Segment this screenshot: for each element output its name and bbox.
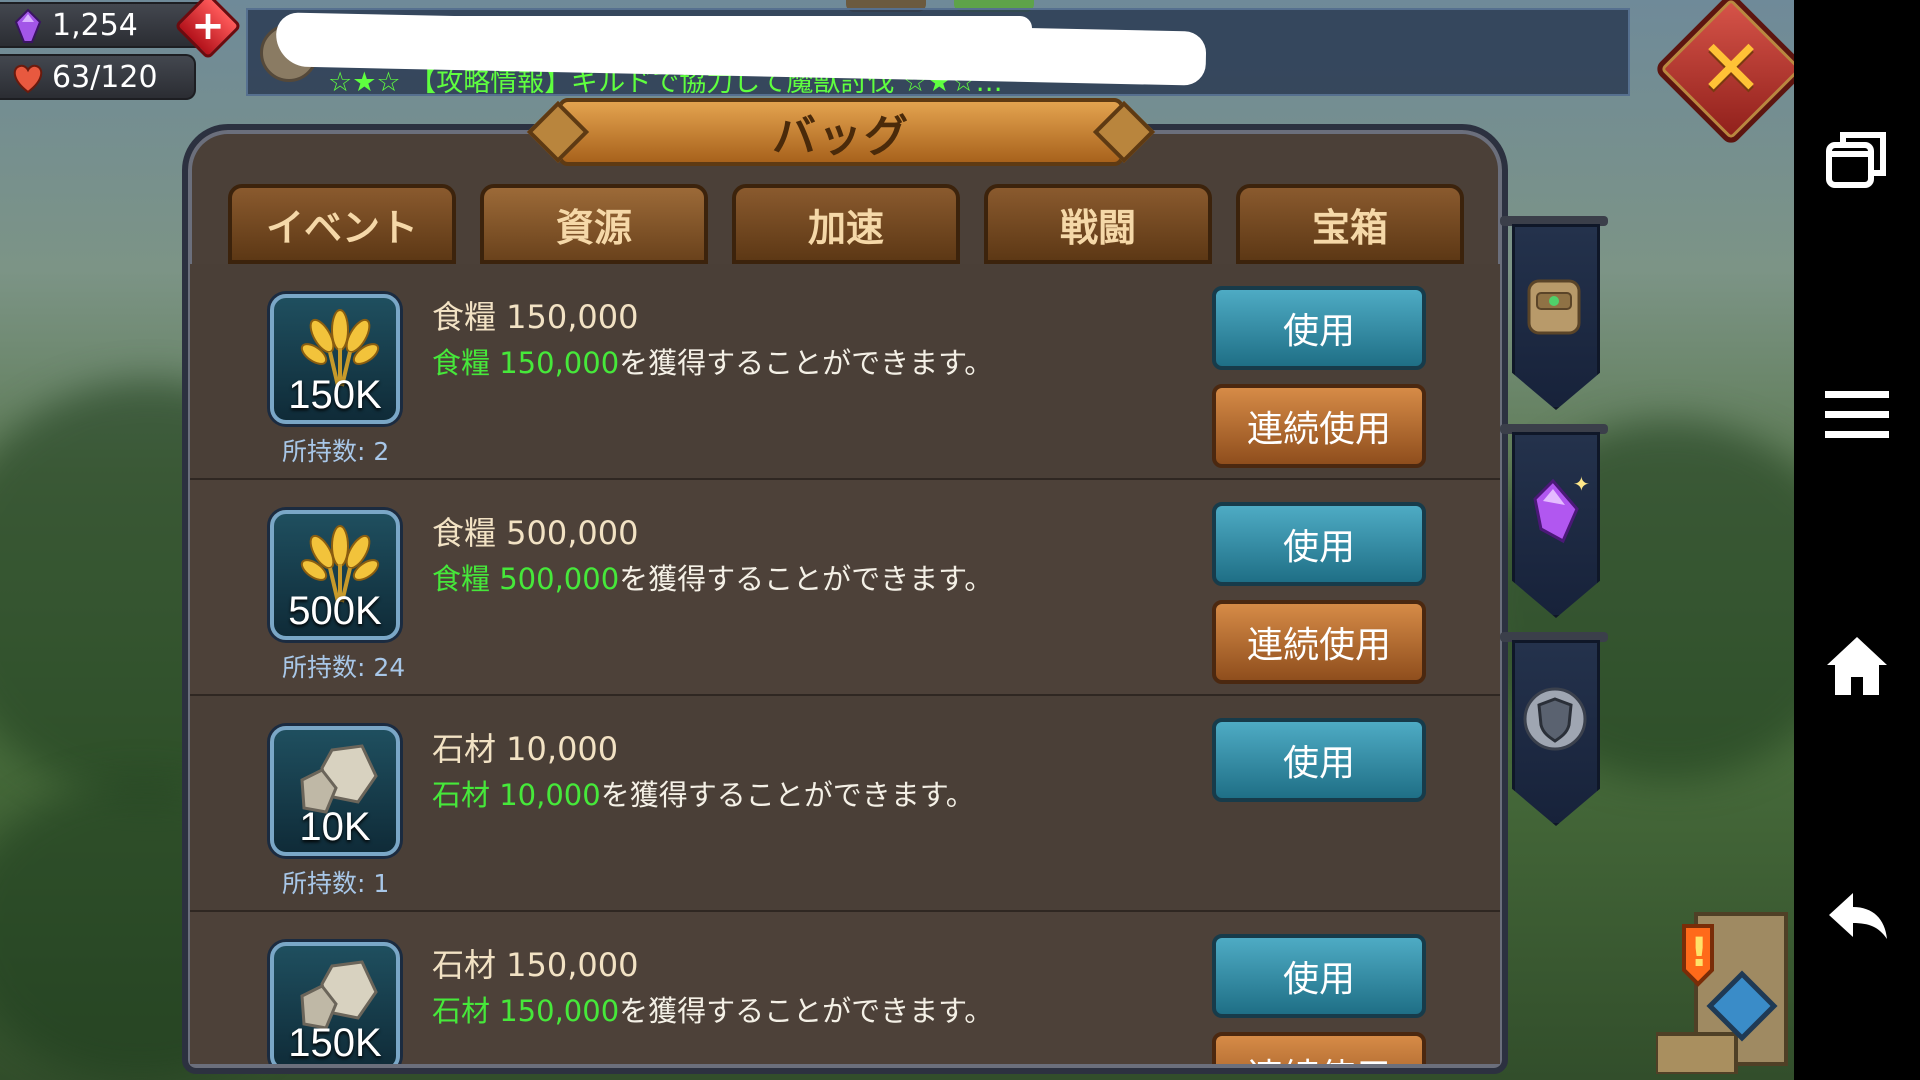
close-button[interactable]: ✕ [1653, 0, 1809, 147]
redaction-mark [282, 16, 1032, 42]
recent-apps-button[interactable] [1822, 124, 1892, 194]
tab-event[interactable]: イベント [228, 184, 456, 264]
item-name: 食糧 150,000 [432, 298, 639, 336]
description-text: を獲得することができます。 [600, 778, 975, 812]
item-description: 食糧 500,000を獲得することができます。 [432, 556, 993, 598]
owned-count: 所持数: 24 [282, 653, 406, 682]
use-multiple-button[interactable]: 連続使用 [1212, 384, 1426, 468]
use-button[interactable]: 使用 [1212, 286, 1426, 370]
list-item: 150K 石材 150,000 石材 150,000を獲得することができます。 … [190, 912, 1500, 1064]
list-item: 150K 所持数: 2 食糧 150,000 食糧 150,000を獲得すること… [190, 264, 1500, 480]
item-name: 石材 10,000 [432, 730, 619, 768]
page-title: バッグ [772, 111, 910, 162]
description-highlight: 食糧 500,000 [432, 562, 620, 596]
description-text: を獲得することができます。 [619, 346, 994, 380]
item-icon[interactable]: 500K [270, 510, 400, 640]
gem-icon [14, 8, 42, 43]
title-plate: バッグ [526, 98, 1156, 166]
back-arrow-icon [1829, 893, 1887, 939]
item-icon[interactable]: 150K [270, 942, 400, 1064]
close-icon: ✕ [1698, 24, 1764, 114]
hamburger-icon [1825, 391, 1889, 438]
category-backpack[interactable] [1512, 224, 1600, 410]
item-list: 150K 所持数: 2 食糧 150,000 食糧 150,000を獲得すること… [190, 264, 1500, 1064]
use-button[interactable]: 使用 [1212, 934, 1426, 1018]
item-badge: 10K [299, 805, 371, 849]
plus-icon: + [191, 2, 225, 49]
category-shield[interactable] [1512, 640, 1600, 826]
list-item: 10K 所持数: 1 石材 10,000 石材 10,000を獲得することができ… [190, 696, 1500, 912]
description-text: を獲得することができます。 [619, 994, 994, 1028]
description-text: を獲得することができます。 [619, 562, 994, 596]
castle-icon[interactable]: ! [1656, 904, 1796, 1074]
gem-icon: ✦ [1533, 472, 1590, 544]
menu-button[interactable] [1822, 380, 1892, 450]
heart-icon [13, 64, 43, 94]
item-icon[interactable]: 150K [270, 294, 400, 424]
description-highlight: 食糧 150,000 [432, 346, 620, 380]
owned-count: 所持数: 2 [282, 437, 390, 466]
stamina-counter: 63/120 [0, 54, 196, 100]
use-button[interactable]: 使用 [1212, 502, 1426, 586]
use-button[interactable]: 使用 [1212, 718, 1426, 802]
item-badge: 150K [288, 1021, 382, 1064]
tab-chest[interactable]: 宝箱 [1236, 184, 1464, 264]
recent-apps-icon [1826, 132, 1886, 188]
owned-count: 所持数: 1 [282, 869, 390, 898]
description-highlight: 石材 150,000 [432, 994, 620, 1028]
item-description: 石材 10,000を獲得することができます。 [432, 772, 975, 814]
tab-combat[interactable]: 戦闘 [984, 184, 1212, 264]
item-description: 石材 150,000を獲得することができます。 [432, 988, 993, 1030]
svg-text:✦: ✦ [1573, 472, 1590, 496]
item-name: 石材 150,000 [432, 946, 639, 984]
stamina-count: 63/120 [52, 59, 158, 95]
home-button[interactable] [1822, 630, 1892, 700]
news-ticker[interactable]: ☆★☆ 【攻略情報】ギルドで協力して魔獣討伐 ☆★☆… [246, 8, 1630, 98]
list-item: 500K 所持数: 24 食糧 500,000 食糧 500,000を獲得するこ… [190, 480, 1500, 696]
category-gems[interactable]: ✦ [1512, 432, 1600, 618]
item-badge: 150K [288, 373, 382, 417]
use-multiple-button[interactable]: 連続使用 [1212, 1032, 1426, 1064]
tab-speedup[interactable]: 加速 [732, 184, 960, 264]
home-icon [1827, 637, 1887, 695]
item-badge: 500K [288, 589, 382, 633]
tab-resources[interactable]: 資源 [480, 184, 708, 264]
svg-text:!: ! [1690, 930, 1708, 976]
item-description: 食糧 150,000を獲得することができます。 [432, 340, 993, 382]
back-button[interactable] [1822, 880, 1892, 950]
backpack-icon [1527, 279, 1581, 335]
system-nav-bar [1794, 0, 1920, 1080]
gem-count: 1,254 [52, 7, 138, 43]
use-multiple-button[interactable]: 連続使用 [1212, 600, 1426, 684]
shield-icon [1523, 687, 1587, 751]
item-name: 食糧 500,000 [432, 514, 639, 552]
item-icon[interactable]: 10K [270, 726, 400, 856]
description-highlight: 石材 10,000 [432, 778, 601, 812]
